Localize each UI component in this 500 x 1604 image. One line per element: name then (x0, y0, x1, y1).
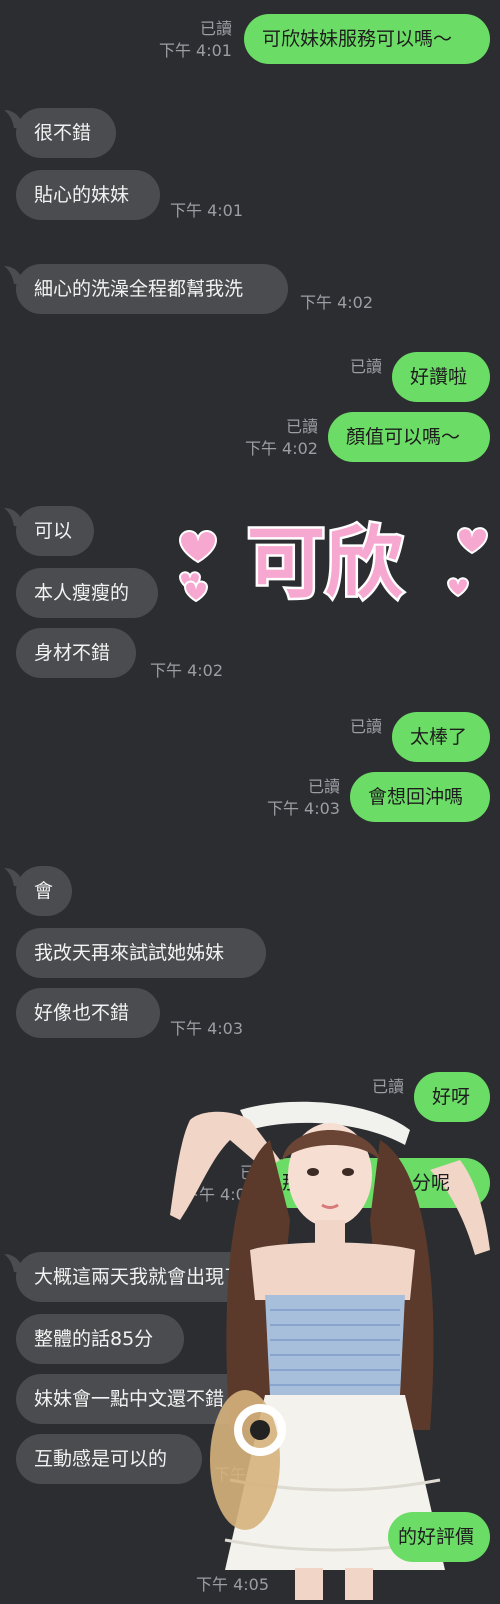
message-text: 可欣妹妹服務可以嗎～ (262, 28, 453, 50)
message-text: 可以 (34, 520, 73, 542)
message-text: 會 (34, 880, 54, 902)
timestamp: 下午 4:03 (266, 799, 340, 818)
outgoing-message[interactable]: 好讚啦 (392, 352, 490, 402)
message-text: 貼心的妹妹 (34, 184, 130, 206)
incoming-message[interactable]: 身材不錯 (16, 628, 136, 678)
message-meta: 已讀 (330, 356, 382, 378)
read-receipt: 已讀 (349, 357, 382, 376)
message-meta: 已讀 (330, 716, 382, 738)
sticker-text: 可欣 (247, 519, 403, 609)
hearts-sticker-icon: 可欣 (178, 517, 489, 612)
message-text: 的好評價 (398, 1526, 475, 1548)
message-text: 很不錯 (34, 122, 92, 144)
incoming-message[interactable]: 會 (16, 866, 72, 916)
timestamp: 下午 4:02 (300, 293, 374, 312)
message-text: 身材不錯 (34, 642, 111, 664)
outgoing-message[interactable]: 會想回沖嗎 (350, 772, 490, 822)
outgoing-message[interactable]: 顏值可以嗎～ (328, 412, 490, 462)
message-text: 太棒了 (410, 726, 468, 748)
message-text: 好讚啦 (410, 366, 468, 388)
timestamp: 下午 4:02 (150, 661, 224, 680)
message-text: 整體的話85分 (34, 1328, 154, 1350)
read-receipt: 已讀 (307, 777, 340, 796)
timestamp: 下午 4:03 (170, 1019, 244, 1038)
incoming-message[interactable]: 本人瘦瘦的 (16, 568, 158, 618)
message-text: 互動感是可以的 (34, 1448, 168, 1470)
incoming-message[interactable]: 可以 (16, 506, 94, 556)
message-text: 好像也不錯 (34, 1002, 130, 1024)
message-text: 本人瘦瘦的 (34, 582, 130, 604)
message-text: 我改天再來試試她姊妹 (34, 942, 225, 964)
incoming-message[interactable]: 整體的話85分 (16, 1314, 184, 1364)
incoming-message[interactable]: 好像也不錯 (16, 988, 160, 1038)
read-receipt: 已讀 (285, 417, 318, 436)
timestamp: 下午 4:01 (170, 201, 244, 220)
timestamp: 下午 4:02 (244, 439, 318, 458)
message-meta: 已讀 下午 4:01 (150, 18, 232, 62)
read-receipt: 已讀 (371, 1077, 404, 1096)
name-sticker: 可欣 (150, 505, 500, 615)
message-meta: 已讀 (352, 1076, 404, 1098)
message-text: 顏值可以嗎～ (346, 426, 461, 448)
incoming-message[interactable]: 很不錯 (16, 108, 116, 158)
message-text: 會想回沖嗎 (368, 786, 464, 808)
incoming-message[interactable]: 我改天再來試試她姊妹 (16, 928, 266, 978)
incoming-message[interactable]: 貼心的妹妹 (16, 170, 160, 220)
outgoing-message[interactable]: 的好評價 (388, 1512, 490, 1562)
timestamp: 下午 4:01 (158, 41, 232, 60)
incoming-message[interactable]: 細心的洗澡全程都幫我洗 (16, 264, 288, 314)
message-meta: 已讀 下午 4:02 (234, 416, 318, 460)
read-receipt: 已讀 (199, 19, 232, 38)
timestamp: 下午 4:05 (196, 1575, 270, 1594)
outgoing-message[interactable]: 太棒了 (392, 712, 490, 762)
message-text: 細心的洗澡全程都幫我洗 (34, 278, 244, 300)
message-meta: 已讀 下午 4:03 (256, 776, 340, 820)
covered-message-fragment: 分呢 (412, 1172, 451, 1194)
read-receipt: 已讀 (349, 717, 382, 736)
outgoing-message[interactable]: 可欣妹妹服務可以嗎～ (244, 14, 490, 64)
